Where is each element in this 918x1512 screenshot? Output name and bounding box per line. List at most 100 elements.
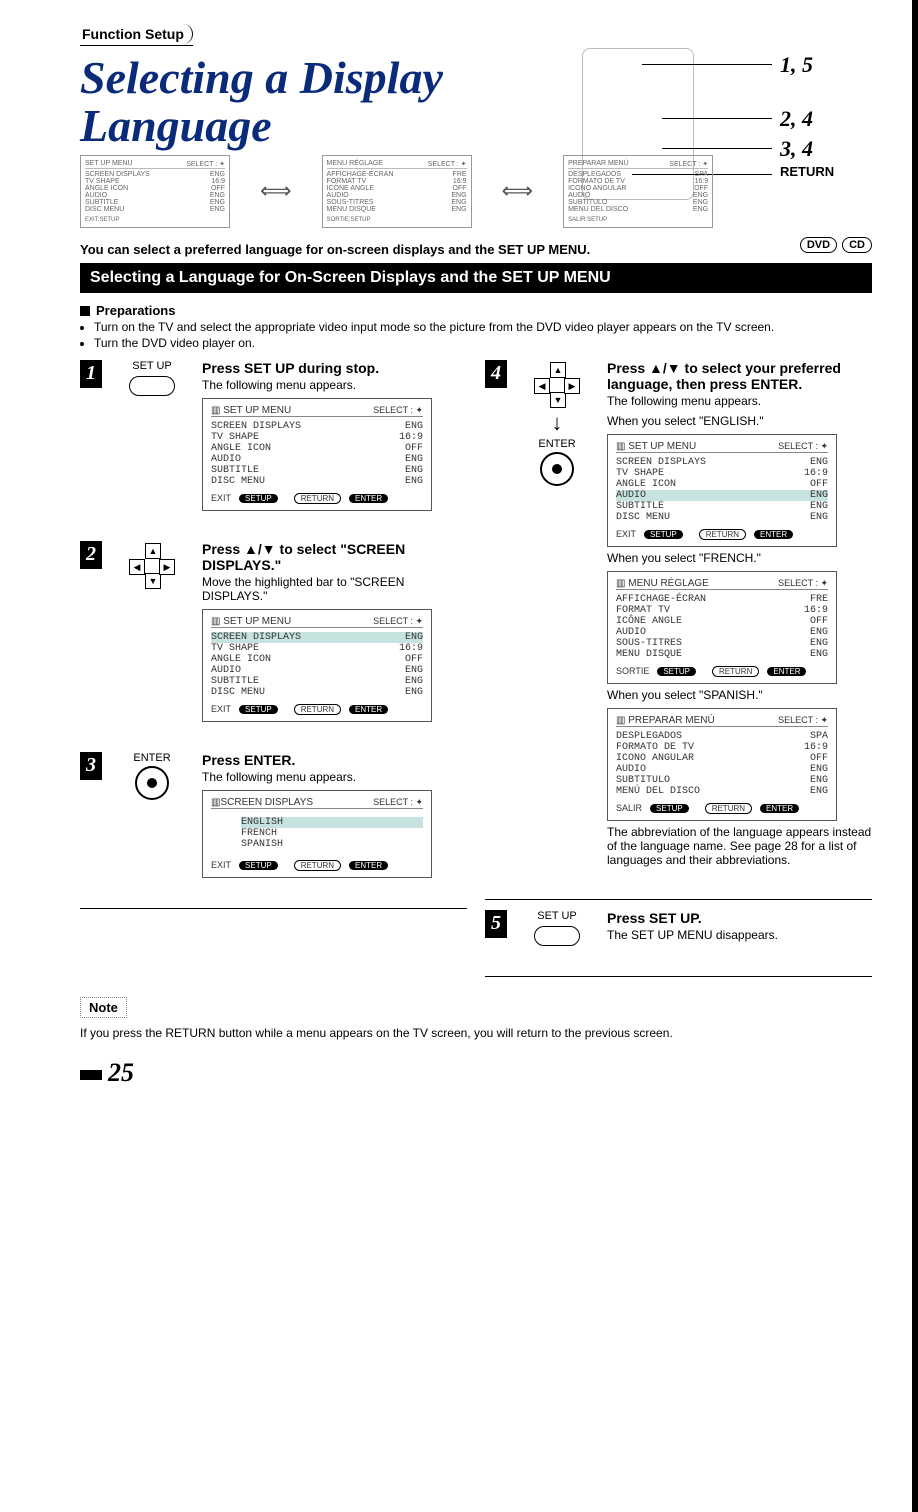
enter-label: ENTER — [112, 752, 192, 764]
osd-title: SCREEN DISPLAYS — [220, 797, 313, 808]
page-number: 25 — [80, 1058, 872, 1088]
osd-screen-eng: ▥ SET UP MENUSELECT : ✦ SCREEN DISPLAYSE… — [607, 434, 837, 547]
step4-after-text: The abbreviation of the language appears… — [607, 825, 872, 867]
lead-text: You can select a preferred language for … — [80, 242, 872, 257]
setup-label: SET UP — [517, 910, 597, 922]
mini-row: SUBTITLEENG — [85, 199, 225, 206]
osd-row: DISC MENUENG — [616, 512, 828, 523]
osd-screen: ▥SCREEN DISPLAYSSELECT : ✦ ENGLISHFRENCH… — [202, 790, 432, 878]
return-pill: RETURN — [712, 666, 759, 677]
dpad-icon: ▲ ▼ ◀ ▶ — [534, 362, 580, 408]
osd-row: SOUS-TITRESENG — [616, 638, 828, 649]
osd-row: DISC MENUENG — [211, 476, 423, 487]
osd-screen-spa: ▥ PREPARAR MENÚSELECT : ✦ DESPLEGADOSSPA… — [607, 708, 837, 821]
when-french: When you select "FRENCH." — [607, 551, 872, 565]
mini-row: AUDIOENG — [85, 192, 225, 199]
mini-row: FORMATO DE TV16:9 — [568, 178, 708, 185]
osd-row: AFFICHAGE-ÉCRANFRE — [616, 594, 828, 605]
mini-foot: SALIR:SETUP — [568, 217, 708, 223]
enter-pill: ENTER — [767, 667, 806, 676]
exit-label: EXIT — [211, 704, 231, 714]
note-text: If you press the RETURN button while a m… — [80, 1026, 872, 1040]
step-number: 4 — [485, 360, 507, 388]
mini-select: SELECT : ✦ — [186, 160, 225, 168]
step-4: 4 ▲ ▼ ◀ ▶ ↓ ENTER Press ▲/▼ to select yo… — [485, 360, 872, 873]
osd-row: DESPLEGADOSSPA — [616, 731, 828, 742]
osd-select: SELECT : ✦ — [373, 797, 423, 808]
osd-select: SELECT : ✦ — [373, 405, 423, 416]
dpad-left-icon: ◀ — [534, 378, 550, 394]
when-english: When you select "ENGLISH." — [607, 414, 872, 428]
step-number: 5 — [485, 910, 507, 938]
enter-button-icon — [135, 766, 169, 800]
osd-row: AUDIOENG — [616, 627, 828, 638]
mini-row: MENU DISQUEENG — [327, 206, 467, 213]
osd-screen: ▥ SET UP MENUSELECT : ✦ SCREEN DISPLAYSE… — [202, 398, 432, 511]
page-number-value: 25 — [108, 1058, 134, 1087]
prep-item: Turn on the TV and select the appropriat… — [94, 320, 872, 334]
osd-row: MENU DISQUEENG — [616, 649, 828, 660]
osd-row: DISC MENUENG — [211, 687, 423, 698]
step-heading: Press ENTER. — [202, 752, 467, 768]
exit-label: SORTIE — [616, 666, 649, 676]
osd-row: AUDIOENG — [211, 454, 423, 465]
setup-pill: SETUP — [657, 667, 696, 676]
osd-row: TV SHAPE16:9 — [211, 643, 423, 654]
mini-row: MENÚ DEL DISCOENG — [568, 206, 708, 213]
osd-title: SET UP MENU — [223, 616, 291, 627]
return-pill: RETURN — [294, 493, 341, 504]
mini-row: TV SHAPE16:9 — [85, 178, 225, 185]
mini-foot: EXIT:SETUP — [85, 217, 225, 223]
mini-row: SCREEN DISPLAYSENG — [85, 171, 225, 178]
osd-list-item: FRENCH — [241, 828, 423, 839]
osd-title: SET UP MENU — [223, 405, 291, 416]
preparations-list: Turn on the TV and select the appropriat… — [94, 320, 872, 350]
osd-title: PREPARAR MENÚ — [628, 715, 715, 726]
down-arrow-icon: ↓ — [517, 410, 597, 436]
exit-label: EXIT — [211, 493, 231, 503]
step-1: 1 SET UP Press SET UP during stop. The f… — [80, 360, 467, 515]
dpad-right-icon: ▶ — [159, 559, 175, 575]
step-heading: Press SET UP. — [607, 910, 872, 926]
divider — [485, 976, 872, 977]
step-3: 3 ENTER Press ENTER. The following menu … — [80, 752, 467, 882]
return-pill: RETURN — [705, 803, 752, 814]
osd-row: SUBTITLEENG — [211, 676, 423, 687]
osd-row: SUBTITLEENG — [616, 501, 828, 512]
media-pills: DVD CD — [798, 239, 872, 251]
mini-row: FORMAT TV16:9 — [327, 178, 467, 185]
osd-select: SELECT : ✦ — [778, 715, 828, 726]
osd-row: TV SHAPE16:9 — [616, 468, 828, 479]
enter-pill: ENTER — [349, 494, 388, 503]
dpad-up-icon: ▲ — [145, 543, 161, 559]
callout-line — [662, 118, 772, 119]
mini-screen-fre: MENU RÉGLAGESELECT : ✦ AFFICHAGE-ÉCRANFR… — [322, 155, 472, 228]
dpad-up-icon: ▲ — [550, 362, 566, 378]
osd-row: ICONO ANGULAROFF — [616, 753, 828, 764]
osd-row: SUBTITULOENG — [616, 775, 828, 786]
setup-label: SET UP — [112, 360, 192, 372]
setup-pill: SETUP — [644, 530, 683, 539]
mini-screen-spa: PREPARAR MENÚSELECT : ✦ DESPLEGADOSSPAFO… — [563, 155, 713, 228]
enter-pill: ENTER — [754, 530, 793, 539]
step-text: The SET UP MENU disappears. — [607, 928, 872, 942]
mini-row: AUDIOENG — [327, 192, 467, 199]
mini-row: SOUS-TITRESENG — [327, 199, 467, 206]
prep-heading-text: Preparations — [96, 303, 175, 318]
osd-title: MENU RÉGLAGE — [628, 578, 709, 589]
setup-pill: SETUP — [239, 861, 278, 870]
step-heading: Press ▲/▼ to select your preferred langu… — [607, 360, 872, 392]
setup-button-icon — [129, 376, 175, 396]
osd-screen-fre: ▥ MENU RÉGLAGESELECT : ✦ AFFICHAGE-ÉCRAN… — [607, 571, 837, 684]
mini-row: DISC MENUENG — [85, 206, 225, 213]
step-text: Move the highlighted bar to "SCREEN DISP… — [202, 575, 467, 603]
mini-title: MENU RÉGLAGE — [327, 160, 383, 168]
osd-row: SCREEN DISPLAYSENG — [211, 421, 423, 432]
divider — [485, 899, 872, 900]
callout-line — [642, 64, 772, 65]
enter-pill: ENTER — [349, 861, 388, 870]
mini-screen-eng: SET UP MENUSELECT : ✦ SCREEN DISPLAYSENG… — [80, 155, 230, 228]
osd-row: SUBTITLEENG — [211, 465, 423, 476]
dpad-down-icon: ▼ — [145, 573, 161, 589]
step-text: The following menu appears. — [202, 770, 467, 784]
